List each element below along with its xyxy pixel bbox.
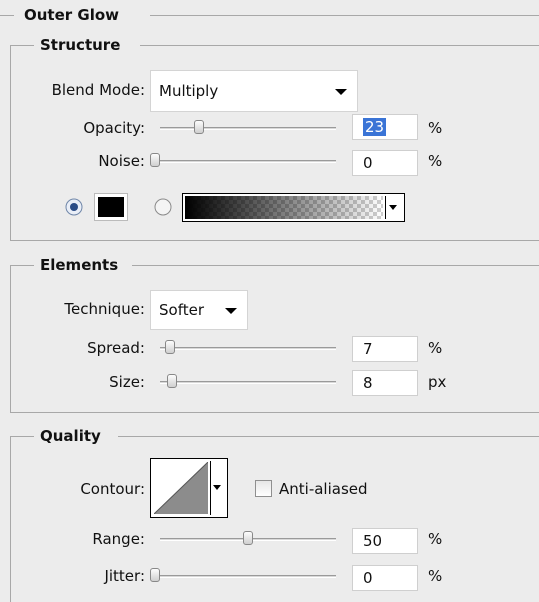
anti-aliased-label[interactable]: Anti-aliased (279, 480, 368, 498)
size-unit: px (428, 373, 447, 391)
chevron-down-icon (225, 308, 237, 314)
glow-color-fill (98, 197, 124, 217)
spread-label: Spread: (87, 339, 145, 357)
blend-mode-value: Multiply (159, 82, 219, 100)
spread-slider-thumb[interactable] (165, 340, 175, 354)
opacity-slider-thumb[interactable] (194, 120, 204, 134)
chevron-down-icon (335, 89, 347, 95)
noise-field[interactable]: 0 (352, 150, 418, 176)
technique-select[interactable]: Softer (150, 290, 248, 330)
elements-border-left (10, 265, 11, 412)
contour-label: Contour: (80, 480, 145, 498)
spread-slider[interactable] (160, 347, 336, 350)
spread-unit: % (428, 339, 443, 357)
spread-field[interactable]: 7 (352, 336, 418, 362)
contour-picker[interactable] (150, 458, 228, 518)
anti-aliased-checkbox[interactable] (255, 480, 272, 497)
technique-value: Softer (159, 301, 204, 319)
size-slider-thumb[interactable] (167, 374, 177, 388)
quality-title: Quality (36, 427, 105, 445)
opacity-unit: % (428, 119, 443, 137)
gradient-preview (185, 196, 383, 219)
panel-title: Outer Glow (20, 6, 124, 24)
elements-border-top-left (10, 265, 34, 266)
gradient-picker[interactable] (182, 193, 405, 222)
header-rule-left (0, 15, 14, 16)
contour-preview-icon (154, 462, 208, 514)
size-slider[interactable] (160, 381, 336, 384)
quality-border-top-right (118, 436, 539, 437)
structure-border-bottom (10, 240, 539, 241)
gradient-dropdown-button[interactable] (385, 196, 402, 219)
blend-mode-label: Blend Mode: (51, 81, 145, 99)
jitter-slider[interactable] (152, 575, 336, 578)
gradient-radio[interactable] (153, 197, 173, 217)
technique-label: Technique: (64, 300, 145, 318)
jitter-label: Jitter: (104, 567, 145, 585)
header-rule-right (150, 15, 539, 16)
structure-border-top-right (140, 45, 539, 46)
elements-border-bottom (10, 412, 539, 413)
size-field[interactable]: 8 (352, 370, 418, 396)
solid-color-radio[interactable] (64, 197, 84, 217)
range-label: Range: (92, 530, 145, 548)
glow-color-swatch[interactable] (94, 193, 128, 221)
opacity-slider[interactable] (160, 127, 336, 130)
noise-unit: % (428, 152, 443, 170)
range-slider-thumb[interactable] (243, 531, 253, 545)
opacity-field[interactable]: 23 (352, 114, 418, 140)
blend-mode-select[interactable]: Multiply (150, 70, 358, 112)
chevron-down-icon (389, 205, 397, 210)
range-field[interactable]: 50 (352, 528, 418, 554)
jitter-field[interactable]: 0 (352, 565, 418, 591)
jitter-unit: % (428, 567, 443, 585)
elements-border-top-right (132, 265, 539, 266)
jitter-slider-thumb[interactable] (150, 568, 160, 582)
size-label: Size: (109, 373, 145, 391)
noise-label: Noise: (98, 152, 145, 170)
range-unit: % (428, 530, 443, 548)
quality-border-left (10, 436, 11, 602)
noise-slider-thumb[interactable] (150, 153, 160, 167)
structure-border-left (10, 45, 11, 240)
structure-border-top-left (10, 45, 34, 46)
elements-title: Elements (36, 256, 123, 274)
contour-dropdown-button[interactable] (210, 461, 225, 515)
structure-title: Structure (36, 36, 125, 54)
chevron-down-icon (213, 485, 221, 490)
noise-slider[interactable] (152, 160, 336, 163)
quality-border-top-left (10, 436, 34, 437)
opacity-label: Opacity: (83, 119, 145, 137)
